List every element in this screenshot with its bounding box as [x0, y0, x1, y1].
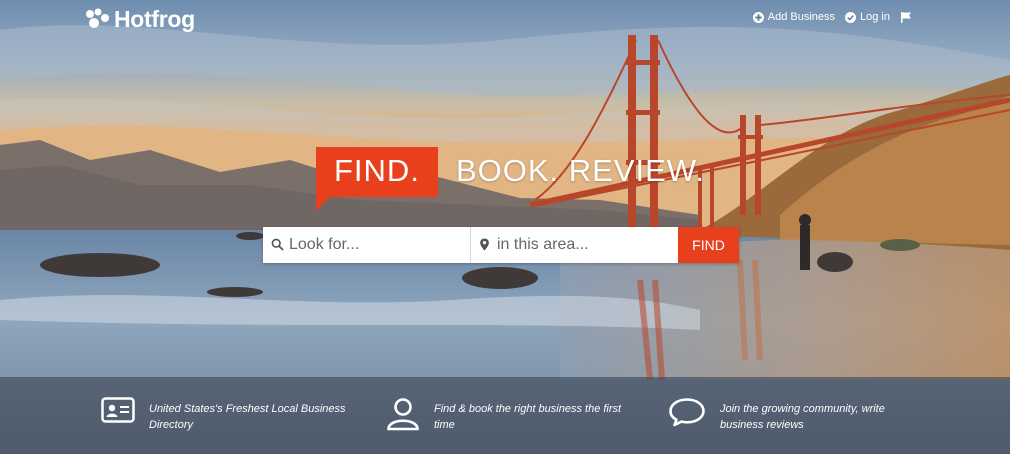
log-in-label: Log in: [860, 11, 890, 23]
headline-book-review: BOOK. REVIEW.: [455, 153, 705, 188]
check-circle-icon: [845, 11, 857, 23]
chat-bubble-icon: [669, 398, 705, 427]
feature-community-text: Join the growing community, write busine…: [720, 403, 885, 431]
map-pin-icon: [480, 238, 489, 251]
top-navigation-bar: Hotfrog Add Business Log in: [0, 0, 1010, 38]
location-input[interactable]: [471, 227, 678, 263]
flag-icon: [901, 12, 911, 23]
feature-directory: United States's Freshest Local Business …: [101, 397, 349, 433]
log-in-link[interactable]: Log in: [845, 11, 890, 23]
feature-community: Join the growing community, write busine…: [668, 397, 900, 433]
plus-circle-icon: [752, 11, 764, 23]
brand-name: Hotfrog: [114, 5, 195, 32]
add-business-link[interactable]: Add Business: [752, 11, 836, 23]
hero-section: Hotfrog Add Business Log in FIND. BOOK. …: [0, 0, 1010, 454]
headline-find-tag: FIND.: [316, 147, 438, 211]
headline: FIND. BOOK. REVIEW.: [316, 147, 716, 211]
features-strip: United States's Freshest Local Business …: [0, 377, 1010, 454]
where-field: [471, 227, 678, 263]
id-card-icon: [101, 397, 135, 423]
add-business-label: Add Business: [767, 11, 836, 23]
find-button[interactable]: FIND: [678, 227, 739, 263]
what-field: [263, 227, 471, 263]
search-icon: [271, 238, 284, 251]
country-flag-button[interactable]: [900, 11, 912, 23]
frog-paw-icon: [86, 8, 109, 28]
feature-directory-text: United States's Freshest Local Business …: [149, 403, 346, 431]
hotfrog-logo[interactable]: Hotfrog: [85, 5, 195, 33]
feature-find-book-text: Find & book the right business the first…: [434, 403, 622, 431]
nav-links: Add Business Log in: [752, 11, 912, 23]
feature-find-book: Find & book the right business the first…: [386, 397, 634, 433]
user-icon: [387, 398, 419, 431]
look-for-input[interactable]: [263, 227, 470, 263]
search-bar: FIND: [263, 227, 739, 263]
